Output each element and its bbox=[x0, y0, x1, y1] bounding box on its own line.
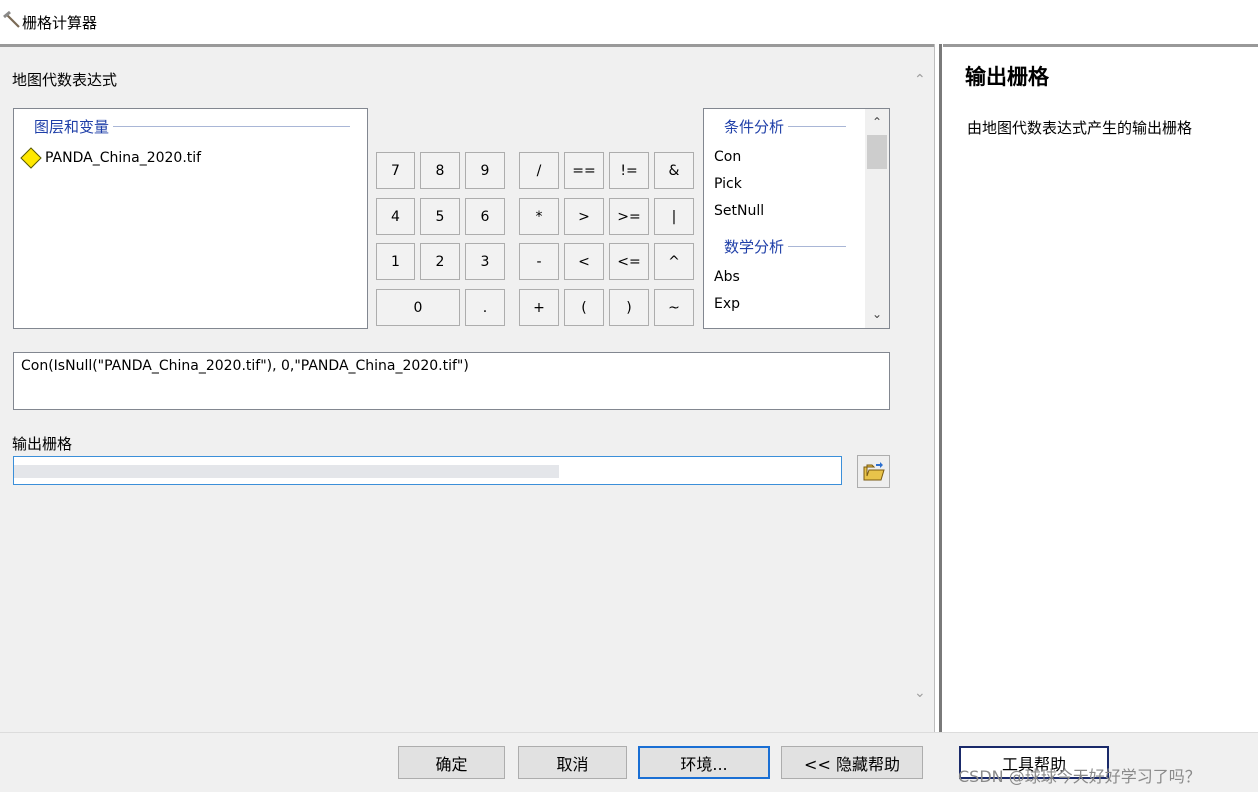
key-less-equal[interactable]: <= bbox=[609, 243, 649, 280]
hammer-icon bbox=[3, 10, 20, 28]
expression-label: 地图代数表达式 bbox=[12, 71, 118, 89]
key-2[interactable]: 2 bbox=[420, 243, 460, 280]
key-greater[interactable]: > bbox=[564, 198, 604, 235]
hide-help-button[interactable]: << 隐藏帮助 bbox=[781, 746, 923, 779]
key-4[interactable]: 4 bbox=[376, 198, 415, 235]
title-bar: 栅格计算器 bbox=[0, 0, 1258, 44]
raster-layer-icon bbox=[20, 147, 42, 169]
cancel-button[interactable]: 取消 bbox=[518, 746, 627, 779]
panel-splitter[interactable] bbox=[934, 44, 943, 732]
key-plus[interactable]: + bbox=[519, 289, 559, 326]
key-greater-equal[interactable]: >= bbox=[609, 198, 649, 235]
key-5[interactable]: 5 bbox=[420, 198, 460, 235]
key-less[interactable]: < bbox=[564, 243, 604, 280]
key-close-paren[interactable]: ) bbox=[609, 289, 649, 326]
help-description: 由地图代数表达式产生的输出栅格 bbox=[967, 119, 1193, 137]
function-item-abs[interactable]: Abs bbox=[714, 269, 740, 285]
chevron-down-icon[interactable]: ⌄ bbox=[865, 307, 889, 321]
watermark: CSDN @球球今天好好学习了吗？ bbox=[958, 767, 1201, 786]
key-minus[interactable]: - bbox=[519, 243, 559, 280]
help-panel: 输出栅格 由地图代数表达式产生的输出栅格 bbox=[943, 44, 1258, 732]
key-1[interactable]: 1 bbox=[376, 243, 415, 280]
key-8[interactable]: 8 bbox=[420, 152, 460, 189]
help-title: 输出栅格 bbox=[965, 65, 1049, 89]
key-open-paren[interactable]: ( bbox=[564, 289, 604, 326]
function-item-setnull[interactable]: SetNull bbox=[714, 203, 764, 219]
math-header: 数学分析 bbox=[724, 236, 789, 257]
output-raster-label: 输出栅格 bbox=[12, 435, 73, 453]
function-item-exp[interactable]: Exp bbox=[714, 296, 740, 312]
key-decimal[interactable]: . bbox=[465, 289, 505, 326]
key-6[interactable]: 6 bbox=[465, 198, 505, 235]
key-0[interactable]: 0 bbox=[376, 289, 460, 326]
redacted-path bbox=[14, 465, 559, 478]
key-3[interactable]: 3 bbox=[465, 243, 505, 280]
key-xor[interactable]: ^ bbox=[654, 243, 694, 280]
key-multiply[interactable]: * bbox=[519, 198, 559, 235]
key-9[interactable]: 9 bbox=[465, 152, 505, 189]
output-raster-input[interactable] bbox=[13, 456, 842, 485]
panel-scroll-up-icon[interactable]: ⌃ bbox=[914, 72, 926, 88]
browse-button[interactable] bbox=[857, 455, 890, 488]
functions-scroll-thumb[interactable] bbox=[867, 135, 887, 169]
panel-scroll-down-icon[interactable]: ⌄ bbox=[914, 685, 926, 701]
layers-header: 图层和变量 bbox=[34, 116, 114, 137]
ok-button[interactable]: 确定 bbox=[398, 746, 505, 779]
chevron-up-icon[interactable]: ⌃ bbox=[865, 115, 889, 129]
key-or[interactable]: | bbox=[654, 198, 694, 235]
button-bar: 确定 取消 环境... << 隐藏帮助 工具帮助 CSDN @球球今天好好学习了… bbox=[0, 732, 1258, 792]
layer-item[interactable]: PANDA_China_2020.tif bbox=[20, 147, 201, 169]
layers-list[interactable]: 图层和变量 PANDA_China_2020.tif bbox=[13, 108, 368, 329]
environments-button[interactable]: 环境... bbox=[638, 746, 770, 779]
conditional-header: 条件分析 bbox=[724, 116, 789, 137]
window-title: 栅格计算器 bbox=[22, 14, 98, 32]
key-7[interactable]: 7 bbox=[376, 152, 415, 189]
key-divide[interactable]: / bbox=[519, 152, 559, 189]
layer-item-label: PANDA_China_2020.tif bbox=[45, 150, 202, 166]
key-equal[interactable]: == bbox=[564, 152, 604, 189]
key-and[interactable]: & bbox=[654, 152, 694, 189]
key-not[interactable]: ~ bbox=[654, 289, 694, 326]
expression-input[interactable]: Con(IsNull("PANDA_China_2020.tif"), 0,"P… bbox=[13, 352, 890, 410]
form-panel: 地图代数表达式 图层和变量 PANDA_China_2020.tif 7 8 9… bbox=[0, 44, 934, 732]
folder-open-icon bbox=[863, 461, 885, 480]
functions-list[interactable]: 条件分析 Con Pick SetNull 数学分析 Abs Exp ⌃ ⌄ bbox=[703, 108, 890, 329]
function-item-pick[interactable]: Pick bbox=[714, 176, 742, 192]
functions-scrollbar[interactable]: ⌃ ⌄ bbox=[865, 109, 889, 328]
key-not-equal[interactable]: != bbox=[609, 152, 649, 189]
function-item-con[interactable]: Con bbox=[714, 149, 741, 165]
